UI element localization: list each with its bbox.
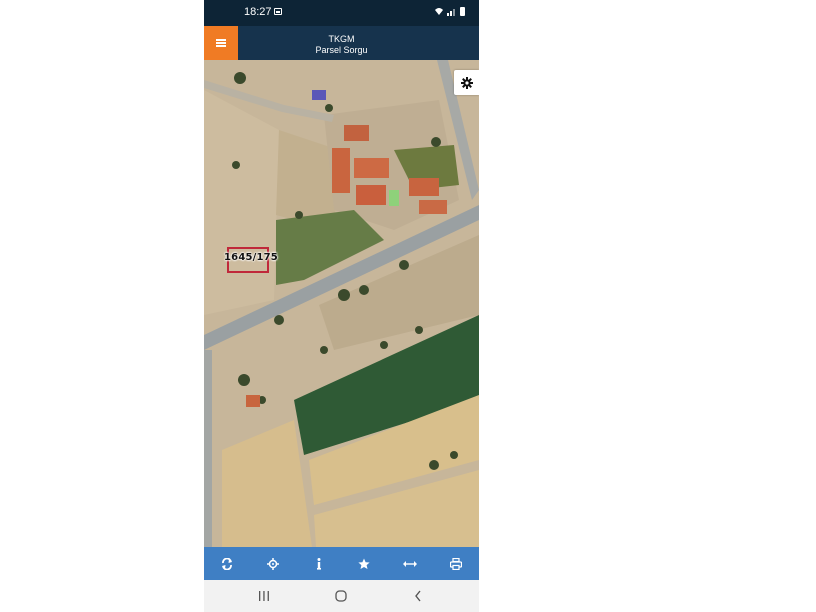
back-button[interactable] — [398, 580, 438, 612]
crosshair-icon — [266, 557, 279, 570]
wifi-icon — [435, 8, 443, 15]
status-icons — [434, 7, 465, 16]
home-button[interactable] — [321, 580, 361, 612]
status-bar: 18:27 — [204, 0, 479, 26]
parcel-label[interactable]: 1645/175 — [224, 252, 278, 263]
battery-icon — [460, 7, 465, 16]
app-header: TKGM Parsel Sorgu — [204, 26, 479, 60]
status-time: 18:27 — [244, 6, 272, 18]
signal-icon — [447, 9, 455, 16]
back-icon — [415, 590, 421, 602]
bottom-toolbar — [204, 547, 479, 580]
map-settings-button[interactable] — [454, 70, 479, 95]
map-imagery — [204, 60, 479, 547]
home-icon — [335, 590, 347, 602]
phone-screen: 18:27 TKGM Parsel Sorgu 1645/175 — [204, 0, 479, 612]
locate-button[interactable] — [250, 547, 296, 580]
favorites-button[interactable] — [341, 547, 387, 580]
info-icon — [316, 557, 321, 570]
recent-apps-icon — [259, 591, 269, 601]
refresh-button[interactable] — [204, 547, 250, 580]
app-title: TKGM — [328, 34, 355, 44]
print-icon — [450, 557, 463, 570]
refresh-icon — [221, 557, 232, 570]
measure-button[interactable] — [387, 547, 433, 580]
recent-apps-button[interactable] — [244, 580, 284, 612]
app-subtitle: Parsel Sorgu — [315, 45, 368, 55]
gear-icon — [460, 76, 473, 89]
print-button[interactable] — [433, 547, 479, 580]
system-navigation-bar — [204, 580, 479, 612]
star-icon — [358, 558, 370, 569]
info-button[interactable] — [296, 547, 342, 580]
satellite-map[interactable]: 1645/175 — [204, 60, 479, 547]
measure-icon — [403, 560, 418, 567]
gallery-icon — [274, 8, 282, 15]
